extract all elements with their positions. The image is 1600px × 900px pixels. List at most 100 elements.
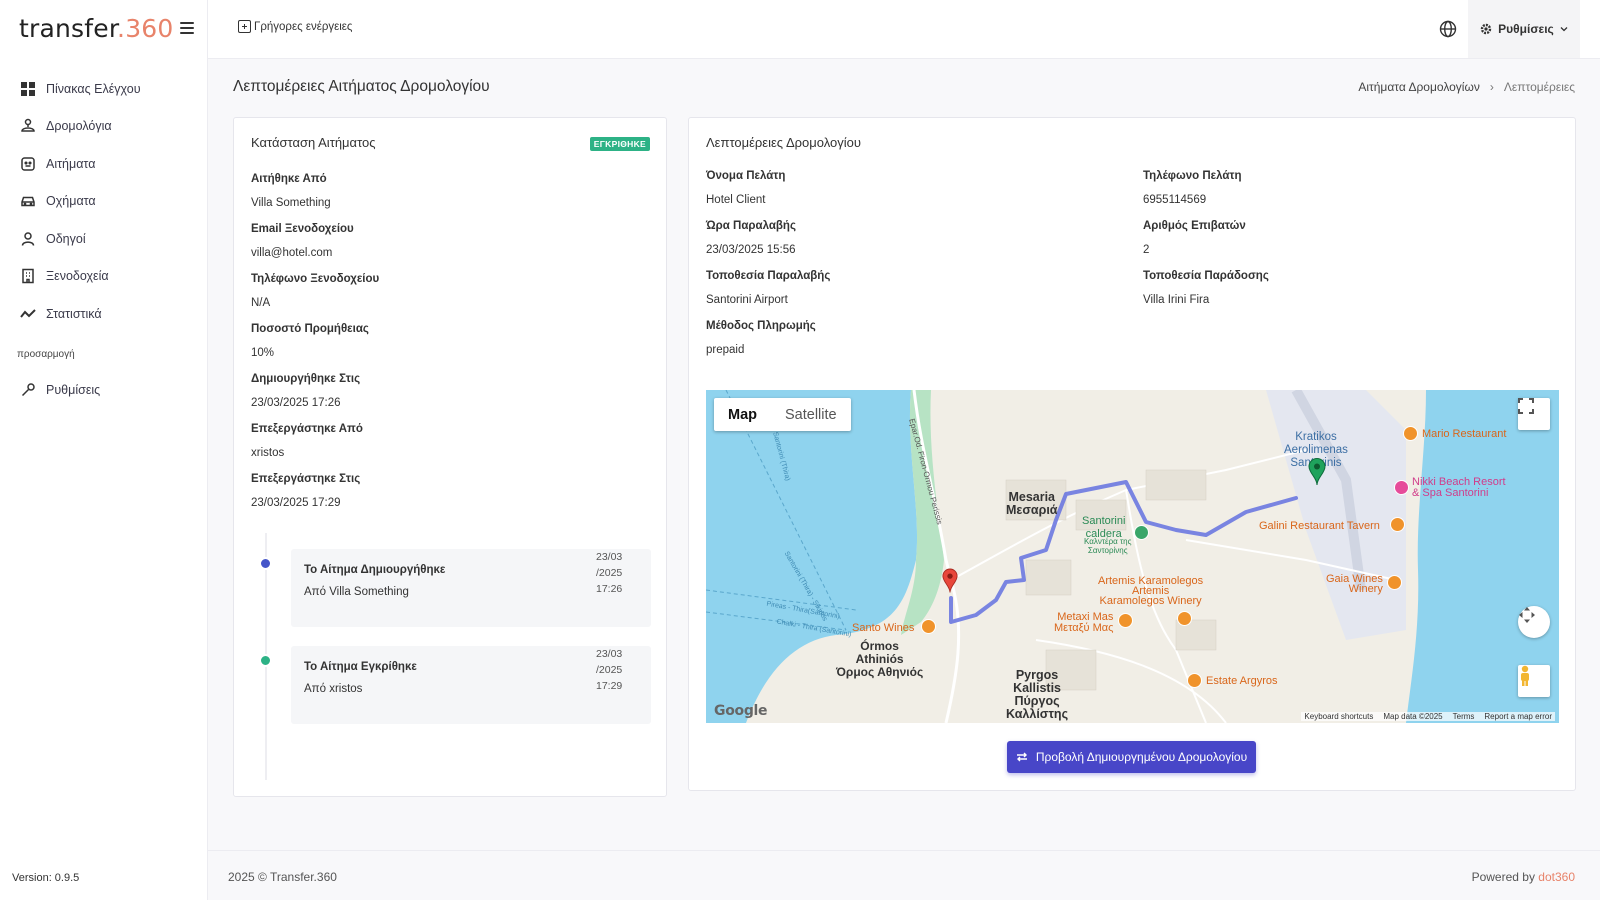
field-label: Τοποθεσία Παραλαβής [706,270,831,282]
plus-square-icon [238,20,251,33]
poi-label[interactable]: Metaxi Mas Μεταξύ Μας [1054,612,1113,634]
restaurant-pin-icon[interactable] [1390,517,1405,532]
timeline-dot [259,654,272,667]
map-data-text: Map data ©2025 [1383,712,1443,721]
sidebar-item-label: Αιτήματα [46,156,96,171]
sidebar-item-vehicles[interactable]: Οχήματα [0,183,207,221]
pickup-marker-icon[interactable] [1308,458,1326,486]
request-icon [20,156,36,172]
quick-actions-button[interactable]: Γρήγορες ενέργειες [238,20,352,33]
sidebar: transfer.360 Πίνακας Ελέγχου Δρομολόγια … [0,0,208,900]
settings-dropdown[interactable]: Ρυθμίσεις [1468,0,1580,58]
restaurant-pin-icon[interactable] [1118,613,1133,628]
report-error-link[interactable]: Report a map error [1484,712,1552,721]
stats-icon [20,306,36,322]
poi-label[interactable]: Gaia Wines Winery [1326,574,1383,595]
card-title: Κατάσταση Αιτήματος [251,135,376,150]
field-label: Μέθοδος Πληρωμής [706,320,816,332]
powered-by-link[interactable]: dot360 [1538,870,1575,884]
route-icon [20,118,36,134]
sidebar-item-routes[interactable]: Δρομολόγια [0,108,207,146]
sidebar-item-settings[interactable]: Ρυθμίσεις [0,372,207,410]
route-map[interactable]: Mesaria Μεσαριά Órmos Athiniós Όρμος Αθη… [706,390,1559,723]
car-icon [20,193,36,209]
breadcrumb: Αιτήματα Δρομολογίων › Λεπτομέρειες [1358,80,1575,94]
route-field: Ώρα Παραλαβής 23/03/2025 15:56 [706,220,796,256]
sidebar-item-label: Ρυθμίσεις [46,383,101,398]
map-label-ormos: Órmos Athiniós Όρμος Αθηνιός [836,639,924,679]
timeline-title: Το Αίτημα Εγκρίθηκε [304,661,417,673]
status-badge: ΕΓΚΡΙΘΗΚΕ [589,137,650,151]
winery-pin-icon[interactable] [921,619,936,634]
view-route-button[interactable]: Προβολή Δημιουργημένου Δρομολογίου [1007,741,1256,773]
timeline-item: Το Αίτημα Δημιουργήθηκε Από Villa Someth… [291,549,651,627]
map-type-satellite-button[interactable]: Satellite [771,398,851,431]
request-status-card: Κατάσταση Αιτήματος ΕΓΚΡΙΘΗΚΕ Αιτήθηκε Α… [233,117,667,797]
language-globe-icon[interactable] [1439,20,1457,38]
powered-by-text: Powered by [1471,870,1535,884]
field-value: Santorini Airport [706,294,788,306]
field-value: villa@hotel.com [251,247,333,259]
street-view-pegman-icon[interactable] [1518,665,1550,697]
sidebar-item-label: Οδηγοί [46,231,86,246]
field-value: 2 [1143,244,1150,256]
winery-pin-icon[interactable] [1187,673,1202,688]
wrench-icon [20,382,36,398]
sidebar-item-statistics[interactable]: Στατιστικά [0,295,207,333]
park-pin-icon[interactable] [1134,525,1149,540]
field-label: Όνομα Πελάτη [706,170,786,182]
chevron-down-icon [1560,27,1568,32]
sidebar-item-requests[interactable]: Αιτήματα [0,145,207,183]
footer: 2025 © Transfer.360 Powered by dot360 [208,850,1600,900]
map-attribution: Keyboard shortcuts Map data ©2025 Terms … [1301,712,1555,721]
menu-toggle-icon[interactable] [180,22,194,36]
page-title: Λεπτομέρειες Αιτήματος Δρομολογίου [233,78,490,95]
winery-pin-icon[interactable] [1387,575,1402,590]
dashboard-icon [20,81,36,97]
poi-label[interactable]: Santo Wines [852,622,914,634]
poi-label[interactable]: Artemis Karamolegos Artemis Karamolegos … [1098,576,1203,607]
restaurant-pin-icon[interactable] [1403,426,1418,441]
topbar: Γρήγορες ενέργειες Ρυθμίσεις [208,0,1600,59]
quick-actions-label: Γρήγορες ενέργειες [254,20,353,33]
poi-label[interactable]: Estate Argyros [1206,675,1278,687]
field-value: xristos [251,447,285,459]
winery-pin-icon[interactable] [1177,611,1192,626]
map-label-pyrgos: Pyrgos Kallistis Πύργος Καλλίστης [1006,668,1069,721]
poi-label[interactable]: Nikki Beach Resort & Spa Santorini [1412,477,1506,499]
view-route-label: Προβολή Δημιουργημένου Δρομολογίου [1035,750,1248,764]
camera-control-icon[interactable] [1518,606,1550,638]
sidebar-item-label: Στατιστικά [46,306,102,321]
route-field: Όνομα Πελάτη Hotel Client [706,170,785,206]
timeline-item: Το Αίτημα Εγκρίθηκε Από xristos 23/03 /2… [291,646,651,724]
terms-link[interactable]: Terms [1453,712,1475,721]
field-label: Τοποθεσία Παράδοσης [1143,270,1269,282]
sidebar-section-label: προσαρμογή [17,348,75,360]
map-type-map-button[interactable]: Map [714,398,771,431]
hotel-pin-icon[interactable] [1394,480,1409,495]
poi-label[interactable]: Galini Restaurant Tavern [1259,520,1380,532]
route-field: Τοποθεσία Παράδοσης Villa Irini Fira [1143,270,1269,306]
dropoff-marker-icon[interactable] [942,568,958,594]
field-label: Επεξεργάστηκε Από [251,423,363,435]
sidebar-item-dashboard[interactable]: Πίνακας Ελέγχου [0,70,207,108]
card-title: Λεπτομέρειες Δρομολογίου [706,135,861,150]
field-label: Email Ξενοδοχείου [251,223,354,235]
field-label: Ώρα Παραλαβής [706,220,796,232]
fullscreen-icon[interactable] [1518,398,1550,430]
timeline-subtitle: Από Villa Something [304,586,409,598]
brand-logo[interactable]: transfer.360 [19,14,174,43]
request-fields: Αιτήθηκε Από Villa Something Email Ξενοδο… [251,173,379,523]
field-value: 23/03/2025 17:26 [251,397,341,409]
field-value: prepaid [706,344,745,356]
map-label-caldera-gr: Καλντέρα της Σαντορίνης [1084,537,1132,555]
sidebar-item-hotels[interactable]: Ξενοδοχεία [0,258,207,296]
field-label: Δημιουργήθηκε Στις [251,373,361,385]
poi-label[interactable]: Mario Restaurant [1422,428,1506,440]
user-icon [20,231,36,247]
breadcrumb-link-requests[interactable]: Αιτήματα Δρομολογίων [1358,80,1480,94]
timeline-date: 23/03 /2025 17:26 [596,551,623,595]
field-label: Τηλέφωνο Πελάτη [1143,170,1242,182]
keyboard-shortcuts-link[interactable]: Keyboard shortcuts [1304,712,1373,721]
sidebar-item-drivers[interactable]: Οδηγοί [0,220,207,258]
